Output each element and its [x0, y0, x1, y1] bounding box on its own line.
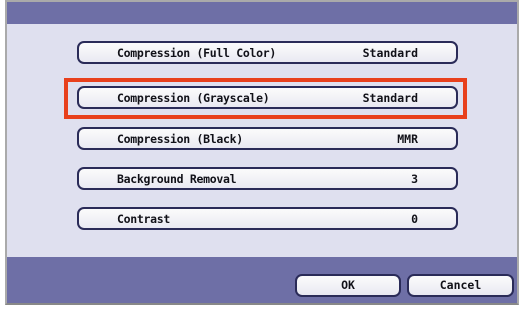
ok-button[interactable]: OK: [295, 274, 401, 297]
contrast-button[interactable]: Contrast 0: [77, 207, 458, 230]
setting-value: 0: [411, 212, 418, 226]
setting-label: Contrast: [117, 212, 170, 226]
settings-screen: Compression (Full Color) Standard Compre…: [5, 0, 519, 305]
compression-full-color-button[interactable]: Compression (Full Color) Standard: [77, 41, 458, 64]
setting-label: Compression (Full Color): [117, 46, 276, 60]
setting-value: 3: [411, 172, 418, 186]
setting-value: Standard: [362, 46, 418, 60]
setting-label: Compression (Grayscale): [117, 91, 270, 105]
setting-value: Standard: [362, 91, 418, 105]
top-bar: [7, 2, 517, 24]
background-removal-button[interactable]: Background Removal 3: [77, 167, 458, 190]
cancel-button[interactable]: Cancel: [407, 274, 514, 297]
setting-value: MMR: [397, 132, 418, 146]
setting-label: Background Removal: [117, 172, 237, 186]
compression-black-button[interactable]: Compression (Black) MMR: [77, 127, 458, 150]
setting-label: Compression (Black): [117, 132, 243, 146]
compression-grayscale-button[interactable]: Compression (Grayscale) Standard: [77, 86, 458, 109]
